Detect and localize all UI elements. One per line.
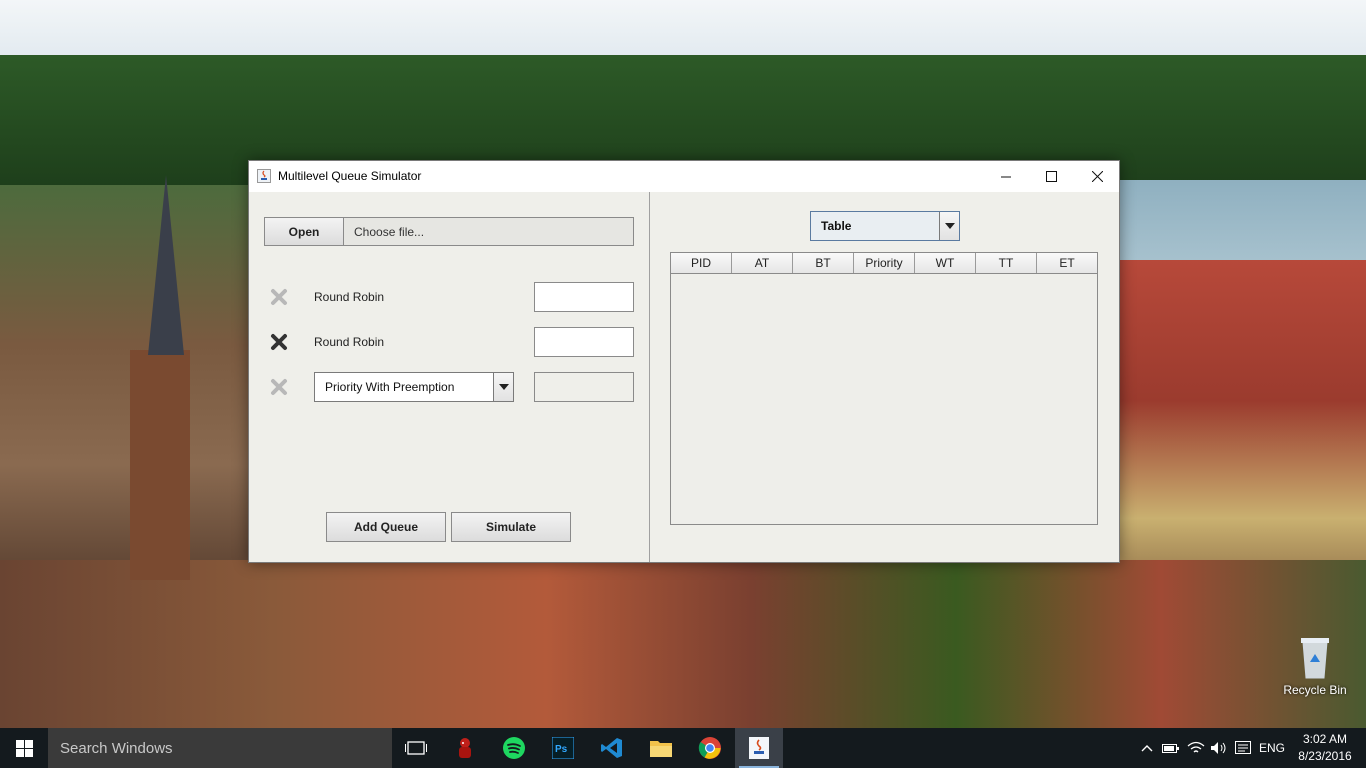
chevron-up-icon <box>1141 745 1153 752</box>
show-hidden-icons-button[interactable] <box>1136 728 1158 768</box>
vscode-icon <box>601 738 622 758</box>
queue-1-type: Round Robin <box>314 290 385 304</box>
column-header-bt[interactable]: BT <box>793 253 854 273</box>
folder-icon <box>650 741 672 757</box>
simulate-button[interactable]: Simulate <box>451 512 571 542</box>
results-table[interactable]: PID AT BT Priority WT TT ET <box>670 252 1098 525</box>
queue-3-type-value: Priority With Preemption <box>325 380 455 394</box>
java-icon <box>749 737 769 759</box>
minimize-button[interactable] <box>983 161 1029 192</box>
queue-3-value-input[interactable] <box>534 372 634 402</box>
input-language-indicator[interactable]: ENG <box>1256 728 1288 768</box>
search-box[interactable]: Search Windows <box>48 728 392 768</box>
simulator-window: Multilevel Queue Simulator Open Choose f… <box>248 160 1120 563</box>
wifi-icon <box>1187 741 1205 753</box>
view-mode-value: Table <box>821 219 852 233</box>
column-header-et[interactable]: ET <box>1037 253 1097 273</box>
panel-divider[interactable] <box>649 192 650 562</box>
queue-2-type: Round Robin <box>314 335 385 349</box>
battery-button[interactable] <box>1160 728 1182 768</box>
open-button[interactable]: Open <box>264 217 344 246</box>
task-view-icon <box>405 741 427 755</box>
column-header-priority[interactable]: Priority <box>854 253 915 273</box>
close-button[interactable] <box>1074 161 1120 192</box>
clock-date: 8/23/2016 <box>1298 749 1352 763</box>
view-mode-select[interactable]: Table <box>810 211 960 241</box>
maximize-icon <box>1045 171 1057 182</box>
column-header-tt[interactable]: TT <box>976 253 1037 273</box>
volume-button[interactable] <box>1208 728 1230 768</box>
maximize-button[interactable] <box>1028 161 1074 192</box>
remove-queue-2-icon[interactable] <box>270 333 288 351</box>
column-header-at[interactable]: AT <box>732 253 793 273</box>
table-header: PID AT BT Priority WT TT ET <box>671 253 1097 274</box>
chrome-icon <box>698 737 721 759</box>
taskbar-app-chrome[interactable] <box>686 728 734 768</box>
windows-logo-icon <box>15 739 33 757</box>
recycle-bin-shortcut[interactable]: Recycle Bin <box>1282 632 1348 697</box>
chevron-down-icon[interactable] <box>939 212 959 240</box>
svg-text:Ps: Ps <box>555 744 568 755</box>
task-view-button[interactable] <box>392 728 440 768</box>
speaker-icon <box>1211 742 1226 754</box>
taskbar-app-red-game[interactable] <box>441 728 489 768</box>
window-title: Multilevel Queue Simulator <box>278 169 422 183</box>
clock-time: 3:02 AM <box>1302 732 1348 746</box>
spotify-icon <box>503 737 525 759</box>
recycle-bin-icon <box>1301 638 1329 679</box>
minimize-icon <box>1001 176 1011 177</box>
taskbar-app-visual-studio-code[interactable] <box>588 728 636 768</box>
close-icon <box>1091 171 1103 182</box>
taskbar-app-spotify[interactable] <box>490 728 538 768</box>
column-header-pid[interactable]: PID <box>671 253 732 273</box>
network-button[interactable] <box>1184 728 1208 768</box>
queue-1-quantum-input[interactable] <box>534 282 634 312</box>
chevron-down-icon[interactable] <box>493 373 513 401</box>
notification-icon <box>1235 741 1251 754</box>
action-center-button[interactable] <box>1232 728 1254 768</box>
remove-queue-3-icon[interactable] <box>270 378 288 396</box>
photoshop-icon: Ps <box>552 737 574 759</box>
queue-3-type-select[interactable]: Priority With Preemption <box>314 372 514 402</box>
game-character-icon <box>459 738 471 758</box>
clock[interactable]: 3:02 AM 8/23/2016 <box>1290 731 1360 765</box>
taskbar-app-file-explorer[interactable] <box>637 728 685 768</box>
title-bar[interactable]: Multilevel Queue Simulator <box>249 161 1119 192</box>
taskbar-app-java-simulator[interactable] <box>735 728 783 768</box>
recycle-bin-label: Recycle Bin <box>1283 683 1347 697</box>
taskbar: Search Windows Ps ENG 3:02 AM 8/23/2016 <box>0 728 1366 768</box>
remove-queue-1-icon[interactable] <box>270 288 288 306</box>
java-app-icon <box>257 169 271 183</box>
column-header-wt[interactable]: WT <box>915 253 976 273</box>
taskbar-app-photoshop[interactable]: Ps <box>539 728 587 768</box>
queue-2-quantum-input[interactable] <box>534 327 634 357</box>
file-path-field[interactable]: Choose file... <box>343 217 634 246</box>
add-queue-button[interactable]: Add Queue <box>326 512 446 542</box>
battery-icon <box>1162 744 1179 753</box>
start-button[interactable] <box>0 728 48 768</box>
